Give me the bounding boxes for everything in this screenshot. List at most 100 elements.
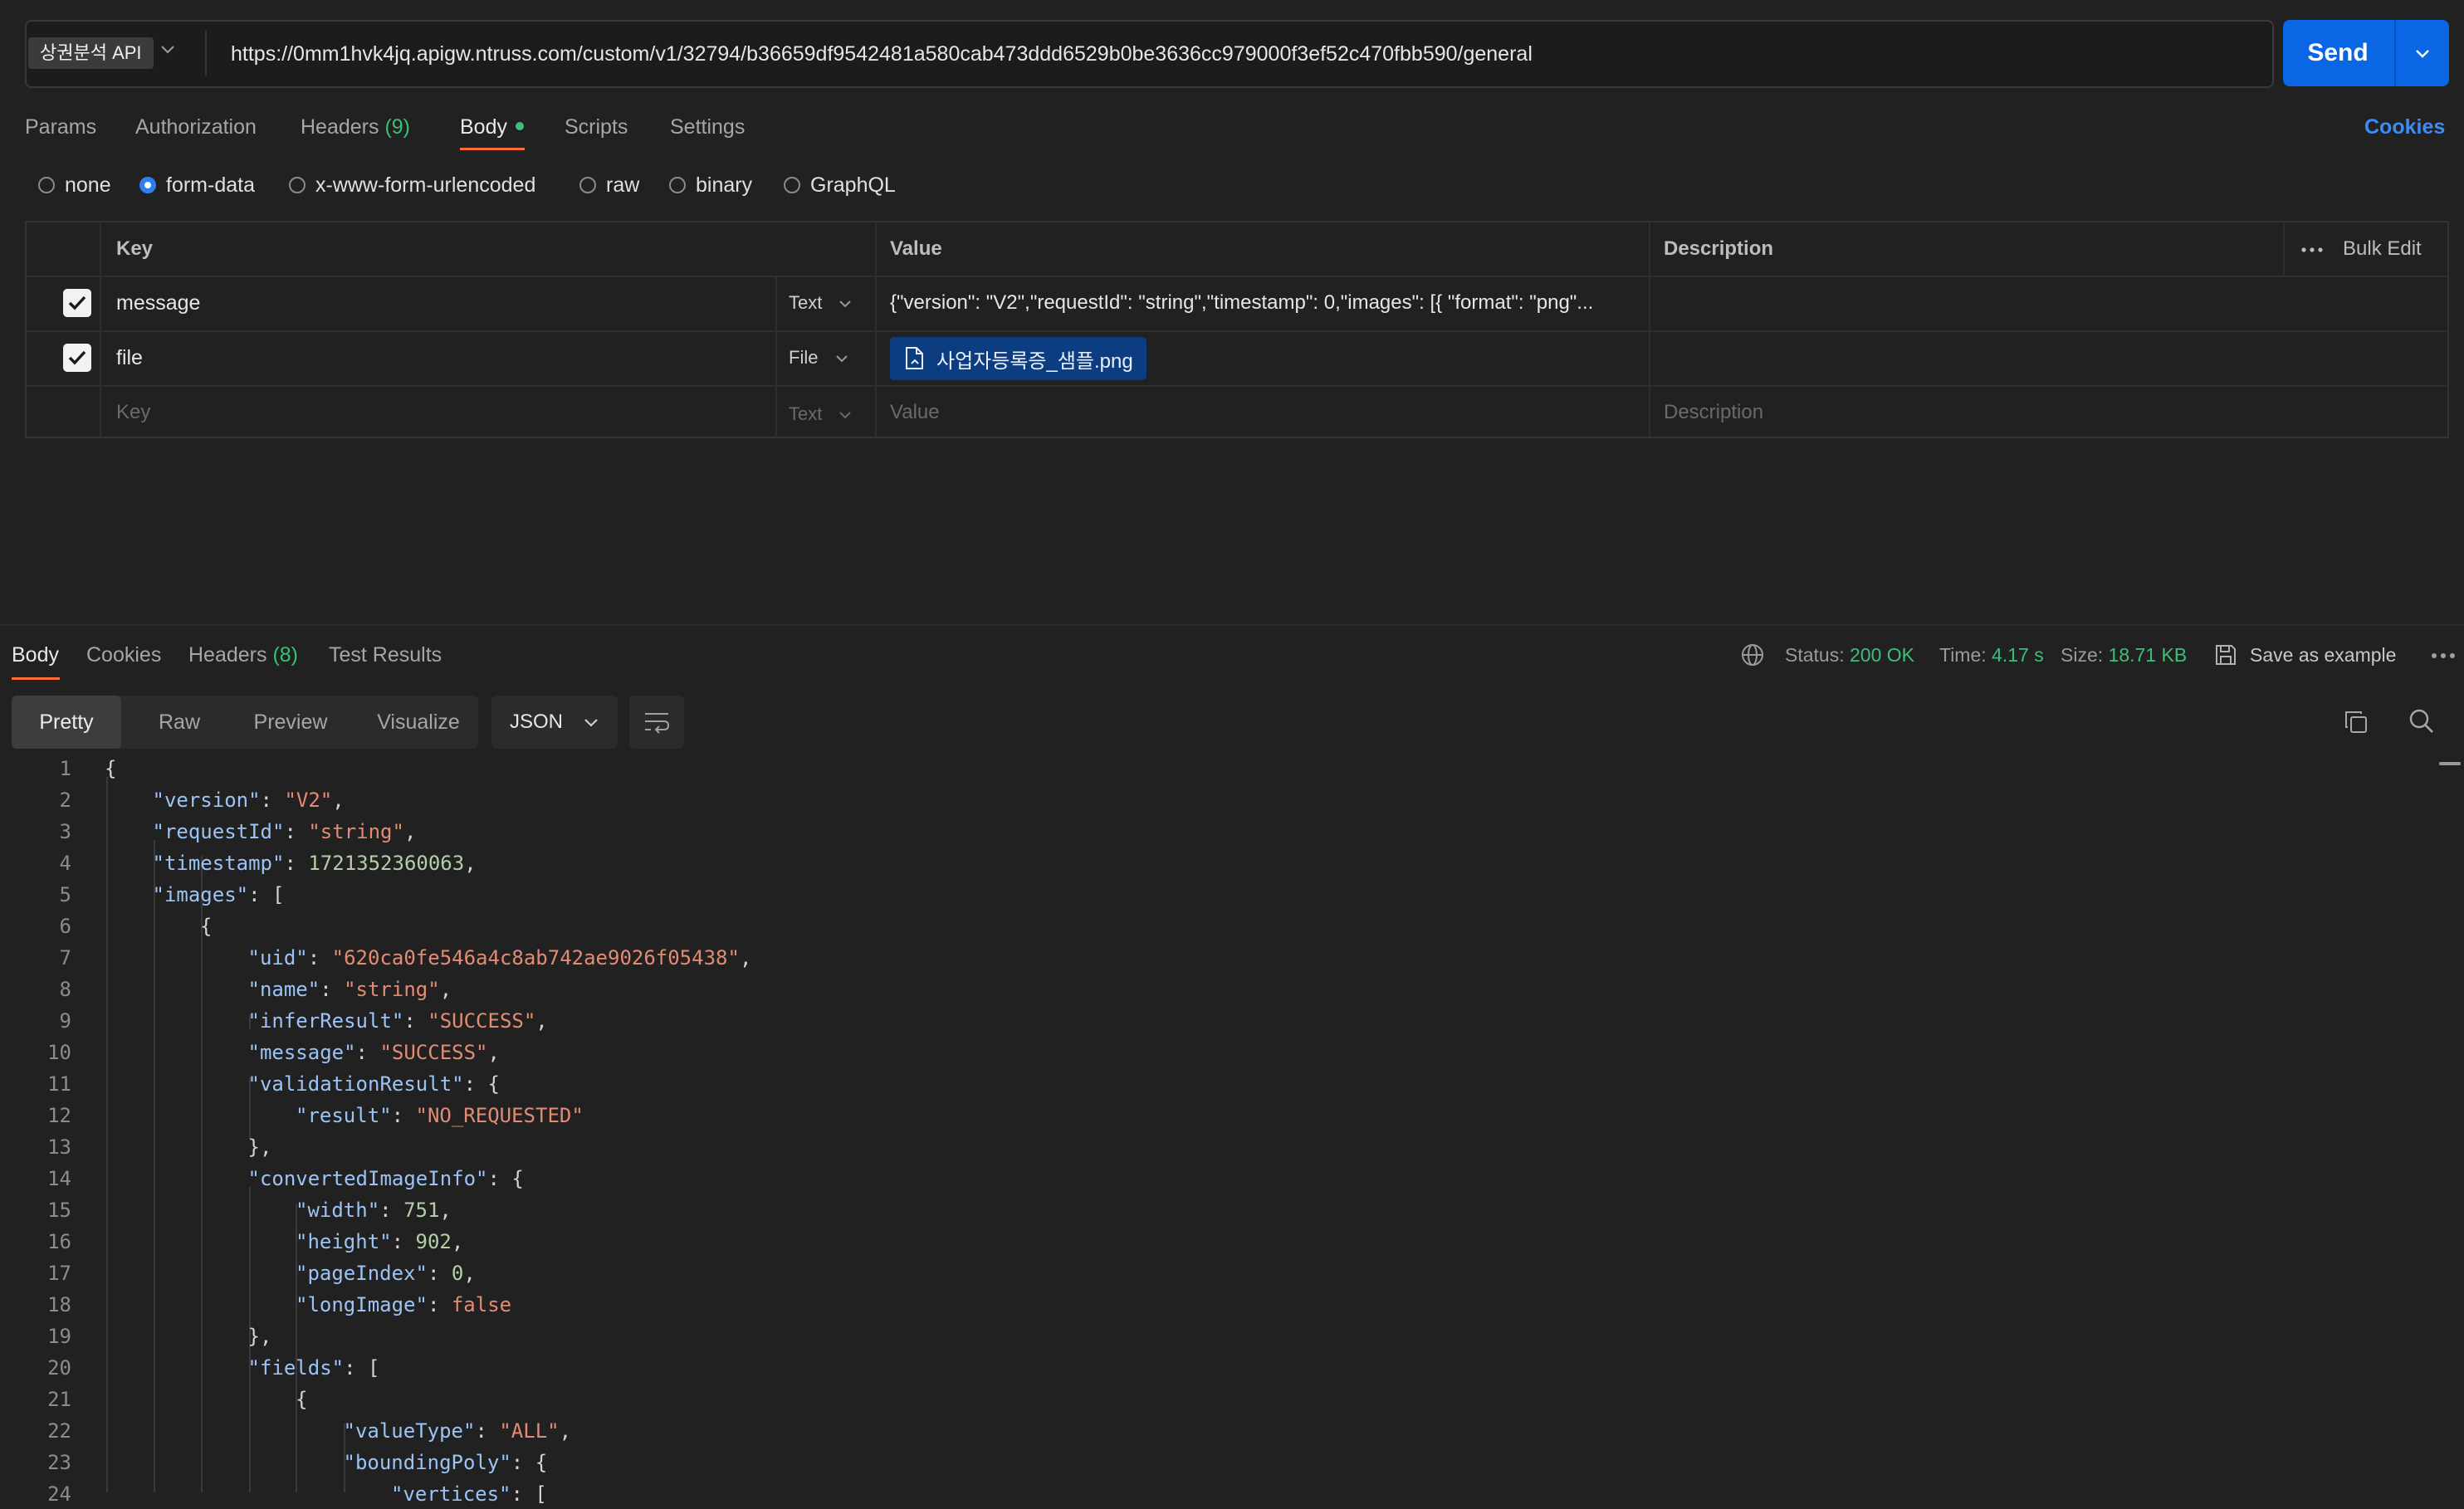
more-options-icon[interactable] [2431, 652, 2456, 659]
row-type-selector[interactable]: File [789, 345, 848, 370]
row-value[interactable]: {"version": "V2","requestId": "string","… [890, 289, 1637, 317]
line-number: 23 [47, 1451, 71, 1474]
column-header-value: Value [890, 237, 942, 260]
new-description-input[interactable]: Description [1664, 398, 1763, 427]
tab-body[interactable]: Body [460, 113, 507, 141]
line-number: 21 [47, 1388, 71, 1411]
line-number: 8 [59, 978, 71, 1001]
code-text: "fields": [ [247, 1356, 380, 1380]
body-type-label: none [65, 173, 111, 197]
tab-headers-count: (9) [384, 115, 411, 139]
row-key[interactable]: message [116, 289, 200, 317]
code-line: 2 "version": "V2", [0, 785, 2408, 815]
view-mode-preview[interactable]: Preview [231, 696, 350, 749]
chevron-down-icon [839, 300, 852, 308]
code-line: 8 "name": "string", [0, 974, 2408, 1004]
panel-divider[interactable] [0, 624, 2464, 626]
body-type-label: x-www-form-urlencoded [315, 173, 536, 197]
code-line: 5 "images": [ [0, 880, 2408, 910]
code-text: "inferResult": "SUCCESS", [247, 1009, 548, 1033]
line-number: 14 [47, 1167, 71, 1190]
line-number: 15 [47, 1199, 71, 1222]
chevron-down-icon [839, 412, 852, 419]
globe-icon[interactable] [1740, 642, 1765, 667]
tab-scripts[interactable]: Scripts [565, 113, 628, 141]
chevron-down-icon[interactable] [159, 43, 176, 55]
code-text: "height": 902, [296, 1230, 464, 1253]
new-value-input[interactable]: Value [890, 398, 940, 427]
tab-authorization[interactable]: Authorization [135, 113, 257, 141]
time-label: Time: [1939, 644, 1987, 666]
view-mode-switcher: Pretty Raw Preview Visualize [12, 696, 478, 749]
status-label: Status: [1785, 644, 1845, 666]
body-type-none[interactable]: none [38, 171, 111, 199]
body-type-graphql[interactable]: GraphQL [784, 171, 896, 199]
send-button-group: Send [2283, 20, 2449, 86]
response-tab-test-results[interactable]: Test Results [329, 641, 442, 669]
view-mode-raw[interactable]: Raw [136, 696, 222, 749]
file-chip[interactable]: 사업자등록증_샘플.png [890, 337, 1146, 380]
response-tab-headers[interactable]: Headers (8) [188, 641, 298, 669]
row-checkbox[interactable] [63, 289, 91, 317]
active-tab-indicator [12, 677, 60, 680]
new-key-input[interactable]: Key [116, 398, 150, 427]
send-button[interactable]: Send [2283, 20, 2393, 86]
row-type-selector[interactable]: Text [789, 402, 852, 427]
code-line: 23 "boundingPoly": { [0, 1448, 2408, 1477]
code-text: { [296, 1388, 308, 1411]
request-name-selector[interactable]: 상권분석 API [28, 33, 154, 73]
copy-icon[interactable] [2343, 709, 2369, 735]
bulk-edit-button[interactable]: Bulk Edit [2343, 222, 2422, 276]
code-line: 19}, [0, 1321, 2408, 1351]
radio-button[interactable] [289, 177, 306, 193]
url-bar: 상권분석 API [25, 20, 2274, 88]
radio-button-selected[interactable] [139, 177, 156, 193]
code-text: "uid": "620ca0fe546a4c8ab742ae9026f05438… [247, 946, 752, 969]
line-number: 18 [47, 1293, 71, 1316]
view-mode-visualize[interactable]: Visualize [359, 696, 478, 749]
body-type-raw[interactable]: raw [579, 171, 639, 199]
tab-settings[interactable]: Settings [670, 113, 745, 141]
body-type-binary[interactable]: binary [669, 171, 752, 199]
tab-params[interactable]: Params [25, 113, 96, 141]
code-text: "pageIndex": 0, [296, 1262, 476, 1285]
code-line: 6{ [0, 911, 2408, 941]
active-tab-indicator [460, 148, 525, 150]
response-tab-cookies[interactable]: Cookies [86, 641, 161, 669]
url-input[interactable] [229, 37, 2225, 71]
search-icon[interactable] [2408, 707, 2436, 735]
scrollbar-thumb[interactable] [2439, 762, 2461, 765]
request-name-label: 상권분석 API [28, 37, 154, 69]
cookies-link[interactable]: Cookies [2364, 113, 2445, 141]
radio-button[interactable] [784, 177, 800, 193]
response-body-viewer[interactable]: 1{2 "version": "V2", 3 "requestId": "string… [0, 754, 2441, 1506]
body-type-urlencoded[interactable]: x-www-form-urlencoded [289, 171, 535, 199]
view-mode-pretty[interactable]: Pretty [12, 696, 121, 749]
send-options-button[interactable] [2396, 20, 2449, 86]
code-text: "convertedImageInfo": { [247, 1167, 524, 1190]
wrap-lines-button[interactable] [629, 696, 684, 749]
format-select[interactable]: JSON [491, 696, 618, 749]
body-type-label: GraphQL [810, 173, 896, 197]
code-line: 3 "requestId": "string", [0, 817, 2408, 847]
chevron-down-icon [2416, 50, 2429, 58]
radio-button[interactable] [579, 177, 596, 193]
code-line: 13}, [0, 1132, 2408, 1162]
row-checkbox[interactable] [63, 344, 91, 372]
row-type-label: File [789, 347, 819, 368]
line-number: 17 [47, 1262, 71, 1285]
wrap-icon [645, 713, 670, 734]
radio-button[interactable] [669, 177, 686, 193]
response-tab-body[interactable]: Body [12, 641, 59, 669]
code-line: 22 "valueType": "ALL", [0, 1416, 2408, 1446]
column-header-description: Description [1664, 237, 1774, 260]
more-options-icon[interactable] [2301, 247, 2323, 252]
save-as-example-button[interactable]: Save as example [2213, 641, 2396, 669]
line-number: 4 [59, 852, 71, 875]
radio-button[interactable] [38, 177, 55, 193]
body-type-form-data[interactable]: form-data [139, 171, 255, 199]
response-status: Status: 200 OK [1785, 641, 1914, 669]
row-type-selector[interactable]: Text [789, 291, 852, 315]
tab-headers[interactable]: Headers (9) [301, 113, 410, 141]
row-key[interactable]: file [116, 344, 143, 372]
